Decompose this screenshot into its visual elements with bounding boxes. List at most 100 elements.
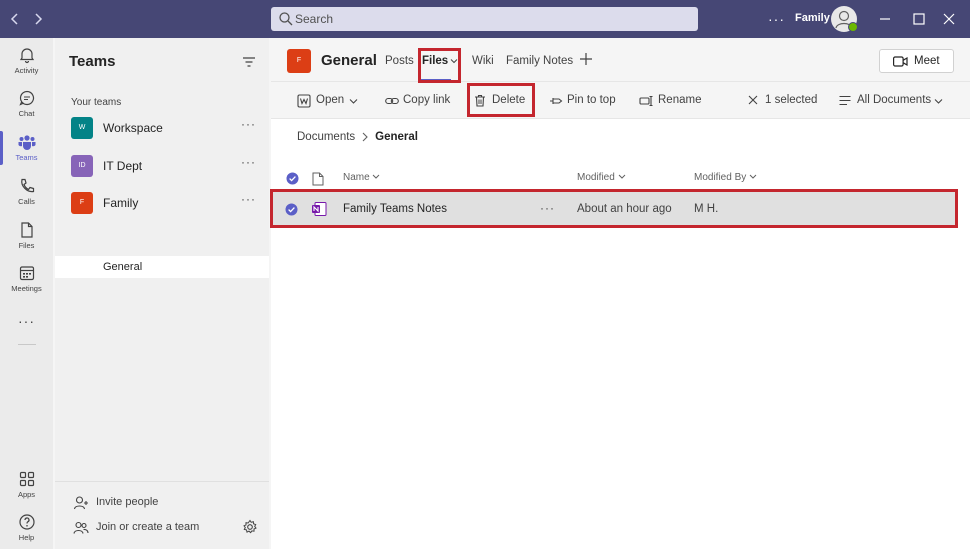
team-item-it-dept[interactable]: ID IT Dept ···: [55, 152, 269, 180]
bell-icon: [18, 46, 36, 64]
tab-wiki[interactable]: Wiki: [472, 55, 494, 67]
search-input[interactable]: [295, 7, 685, 31]
app-rail: Activity Chat Teams Calls Files Meetings…: [0, 38, 53, 549]
teams-panel: Teams Your teams W Workspace ··· ID IT D…: [55, 38, 269, 549]
filter-icon[interactable]: [242, 55, 256, 69]
help-icon: [18, 513, 36, 531]
column-label: Modified By: [694, 172, 746, 183]
meet-label: Meet: [914, 55, 940, 67]
rail-item-help[interactable]: Help: [0, 513, 53, 549]
maximize-icon[interactable]: [909, 9, 929, 29]
back-arrow-icon[interactable]: [5, 9, 25, 29]
team-avatar: F: [71, 192, 93, 214]
rail-item-calls[interactable]: Calls: [0, 177, 53, 217]
rail-label: Help: [0, 533, 53, 542]
panel-title: Teams: [69, 53, 115, 70]
add-person-icon: [73, 495, 89, 511]
team-name: Family: [103, 196, 138, 210]
breadcrumb: Documents General: [297, 131, 418, 143]
rename-icon: [639, 94, 653, 108]
presence-available-icon: [848, 22, 858, 32]
chevron-down-icon: [749, 173, 757, 180]
channel-avatar: F: [287, 49, 311, 73]
pin-icon: [549, 94, 563, 108]
team-more-icon[interactable]: ···: [241, 155, 256, 169]
more-options-icon[interactable]: ···: [768, 9, 785, 29]
rail-item-files[interactable]: Files: [0, 221, 53, 261]
file-icon: [18, 221, 36, 239]
gear-icon[interactable]: [242, 519, 258, 535]
rail-item-activity[interactable]: Activity: [0, 46, 53, 86]
chevron-down-icon: [618, 173, 626, 180]
rail-item-meetings[interactable]: Meetings: [0, 264, 53, 304]
team-avatar: W: [71, 117, 93, 139]
rail-label: Chat: [0, 109, 53, 118]
divider: [18, 344, 36, 345]
close-icon[interactable]: [939, 9, 959, 29]
pin-to-top-label: Pin to top: [567, 94, 616, 106]
breadcrumb-current: General: [375, 131, 418, 143]
rail-label: Apps: [0, 490, 53, 499]
rail-label: Meetings: [0, 284, 53, 293]
people-icon: [73, 520, 89, 536]
breadcrumb-documents[interactable]: Documents: [297, 131, 355, 143]
link-icon: [385, 94, 399, 108]
more-apps-icon[interactable]: ···: [0, 313, 53, 329]
forward-arrow-icon[interactable]: [28, 9, 48, 29]
rail-item-teams[interactable]: Teams: [0, 133, 53, 173]
open-button[interactable]: Open: [297, 82, 363, 119]
channel-title: General: [321, 52, 377, 69]
select-all-checkbox[interactable]: [286, 172, 299, 185]
list-icon: [839, 95, 851, 106]
team-item-workspace[interactable]: W Workspace ···: [55, 114, 269, 142]
phone-icon: [18, 177, 36, 195]
team-more-icon[interactable]: ···: [241, 117, 256, 131]
account-name: Family: [795, 12, 830, 24]
column-modified[interactable]: Modified: [577, 172, 626, 190]
word-doc-icon: [297, 94, 311, 108]
apps-icon: [18, 470, 36, 488]
video-camera-icon: [893, 56, 908, 67]
selected-count: 1 selected: [765, 94, 817, 106]
team-name: IT Dept: [103, 159, 142, 173]
rail-label: Calls: [0, 197, 53, 206]
rename-button[interactable]: Rename: [639, 82, 699, 119]
tab-family-notes[interactable]: Family Notes: [506, 55, 573, 67]
channel-header: F General Posts Files Wiki Family Notes …: [271, 38, 970, 82]
file-type-icon: [312, 172, 324, 186]
chevron-down-icon: [349, 97, 358, 106]
close-icon: [748, 95, 758, 105]
column-label: Name: [343, 172, 370, 183]
highlight-files-tab: [418, 48, 461, 83]
chevron-down-icon: [372, 173, 380, 180]
view-label: All Documents: [857, 94, 931, 106]
main-content: F General Posts Files Wiki Family Notes …: [271, 38, 970, 549]
chevron-right-icon: [361, 132, 369, 142]
channel-item-general[interactable]: General: [55, 256, 269, 278]
chevron-down-icon: [934, 97, 943, 106]
team-item-family[interactable]: F Family ···: [55, 189, 269, 217]
section-label: Your teams: [71, 97, 121, 108]
title-bar: ··· Family: [0, 0, 970, 38]
column-modified-by[interactable]: Modified By: [694, 172, 757, 190]
rail-item-chat[interactable]: Chat: [0, 89, 53, 129]
view-selector[interactable]: All Documents: [839, 82, 949, 119]
add-tab-icon[interactable]: [579, 52, 593, 66]
rail-label: Teams: [0, 153, 53, 162]
files-toolbar: Open Copy link Delete Pin to top Rename …: [271, 82, 970, 119]
teams-icon: [17, 133, 37, 151]
chat-icon: [18, 89, 36, 107]
meet-button[interactable]: Meet: [879, 49, 954, 73]
clear-selection-button[interactable]: 1 selected: [748, 82, 818, 119]
team-more-icon[interactable]: ···: [241, 192, 256, 206]
rail-item-apps[interactable]: Apps: [0, 470, 53, 510]
column-name[interactable]: Name: [343, 172, 380, 190]
copy-link-button[interactable]: Copy link: [385, 82, 455, 119]
pin-to-top-button[interactable]: Pin to top: [549, 82, 619, 119]
highlight-file-row: [270, 189, 958, 228]
minimize-icon[interactable]: [875, 9, 895, 29]
search-box[interactable]: [271, 7, 698, 31]
calendar-icon: [18, 264, 36, 282]
tab-posts[interactable]: Posts: [385, 55, 414, 67]
rail-label: Files: [0, 241, 53, 250]
